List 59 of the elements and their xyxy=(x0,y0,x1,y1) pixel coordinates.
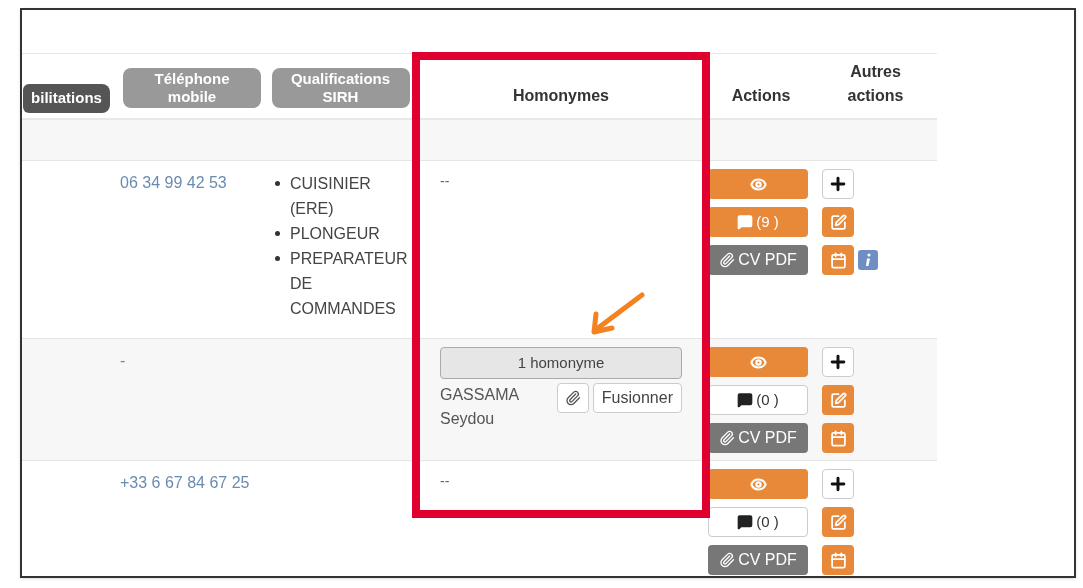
comments-button[interactable]: (0 ) xyxy=(708,507,808,537)
paperclip-icon xyxy=(719,552,736,568)
phone-number: 06 34 99 42 53 xyxy=(120,174,227,191)
add-button[interactable] xyxy=(822,347,854,377)
merge-button[interactable]: Fusionner xyxy=(592,383,682,413)
column-header: Autres actions xyxy=(846,62,905,106)
bullet-icon xyxy=(275,181,280,186)
eye-icon xyxy=(749,175,767,193)
view-button[interactable] xyxy=(708,347,808,377)
column-header[interactable]: Téléphone mobile xyxy=(123,68,261,108)
plus-icon xyxy=(828,474,848,494)
qualification-text: PREPARATEUR DE COMMANDES xyxy=(290,249,409,319)
paperclip-icon xyxy=(719,430,736,446)
paperclip-icon xyxy=(564,390,581,406)
edit-button[interactable] xyxy=(822,207,854,237)
comments-button[interactable]: (9 ) xyxy=(708,207,808,237)
speech-bubble-icon xyxy=(737,514,754,530)
add-button[interactable] xyxy=(822,169,854,199)
homonym-name: GASSAMA Seydou xyxy=(440,385,520,429)
eye-icon xyxy=(749,353,767,371)
homonymes-text: -- xyxy=(440,473,450,489)
bullet-icon xyxy=(275,231,280,236)
cv-pdf-button[interactable]: CV PDF xyxy=(708,245,808,275)
cv-pdf-button[interactable]: CV PDF xyxy=(708,545,808,575)
edit-icon xyxy=(829,391,847,409)
phone-number: - xyxy=(120,352,126,369)
calendar-icon xyxy=(829,551,847,569)
calendar-button[interactable] xyxy=(822,245,854,275)
qualification-text: CUISINIER (ERE) xyxy=(290,174,372,219)
edit-button[interactable] xyxy=(822,385,854,415)
calendar-button[interactable] xyxy=(822,423,854,453)
homonymes-text: -- xyxy=(440,173,450,189)
column-header: Homonymes xyxy=(513,86,609,106)
edit-icon xyxy=(829,213,847,231)
calendar-icon xyxy=(829,251,847,269)
info-icon[interactable] xyxy=(858,250,878,270)
view-button[interactable] xyxy=(708,169,808,199)
add-button[interactable] xyxy=(822,469,854,499)
homonym-count-button[interactable]: 1 homonyme xyxy=(440,347,682,379)
eye-icon xyxy=(749,475,767,493)
plus-icon xyxy=(828,174,848,194)
column-header[interactable]: bilitations xyxy=(23,84,110,113)
paperclip-icon xyxy=(719,252,736,268)
calendar-button[interactable] xyxy=(822,545,854,575)
cv-pdf-button[interactable]: CV PDF xyxy=(708,423,808,453)
qualification-text: PLONGEUR xyxy=(290,224,381,244)
bullet-icon xyxy=(275,256,280,261)
comments-button[interactable]: (0 ) xyxy=(708,385,808,415)
phone-number: +33 6 67 84 67 25 xyxy=(120,474,250,491)
speech-bubble-icon xyxy=(737,392,754,408)
column-header[interactable]: Qualifications SIRH xyxy=(271,68,410,108)
speech-bubble-icon xyxy=(737,214,754,230)
edit-button[interactable] xyxy=(822,507,854,537)
attachment-button[interactable] xyxy=(556,383,589,413)
edit-icon xyxy=(829,513,847,531)
column-header: Actions xyxy=(731,86,791,106)
calendar-icon xyxy=(829,429,847,447)
plus-icon xyxy=(828,352,848,372)
view-button[interactable] xyxy=(708,469,808,499)
